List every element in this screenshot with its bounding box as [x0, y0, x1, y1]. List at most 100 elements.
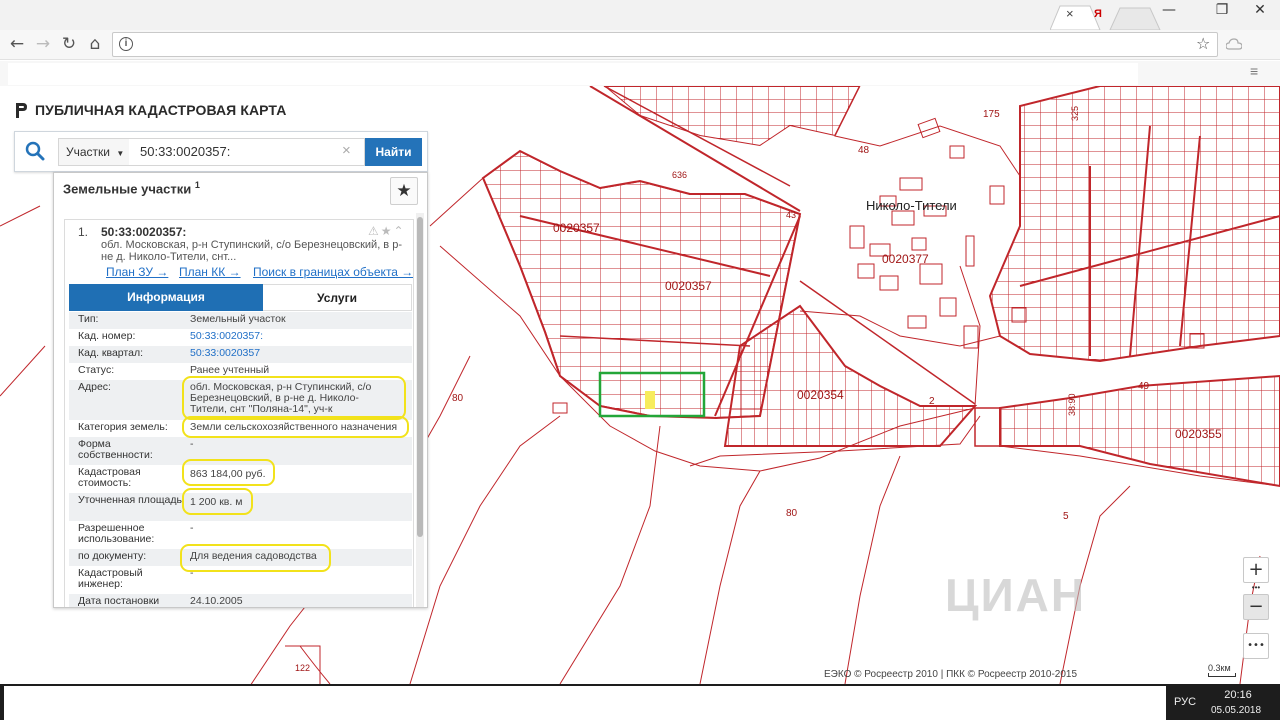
clear-icon[interactable]: × — [342, 138, 360, 166]
label-parcel-122: 122 — [295, 663, 310, 673]
scrollbar-thumb[interactable] — [417, 217, 423, 537]
chevron-down-icon: ▼ — [116, 149, 125, 158]
search-in-bounds-link[interactable]: Поиск в границах объекта → — [253, 265, 413, 279]
home-button[interactable]: ⌂ — [84, 33, 106, 55]
tab-close-icon[interactable]: × — [1066, 6, 1074, 21]
row-registration-date: Дата постановки 24.10.2005 — [69, 594, 412, 607]
row-label: Кадастровый инженер: — [78, 567, 143, 590]
plan-kk-link[interactable]: План КК → — [179, 265, 241, 279]
card-action-icons[interactable]: ⚠★⌃ — [368, 224, 406, 238]
back-button[interactable]: ← — [6, 33, 28, 55]
label-parcel-5: 5 — [1063, 511, 1069, 522]
forward-button[interactable]: → — [32, 33, 54, 55]
row-value-link[interactable]: 50:33:0020357 — [190, 348, 410, 359]
language-indicator[interactable]: РУС — [1174, 696, 1196, 708]
row-label: Тип: — [78, 313, 99, 325]
block-0020355 — [974, 374, 1280, 488]
row-label: Кадастровая стоимость: — [78, 466, 141, 489]
label-block-0020357-a: 0020357 — [553, 221, 600, 235]
highlight-purpose — [180, 544, 331, 572]
row-cad-quarter: Кад. квартал: 50:33:0020357 — [69, 346, 412, 363]
bookmark-star-icon[interactable]: ☆ — [1196, 34, 1210, 53]
result-count: 1 — [194, 180, 200, 190]
row-value-link[interactable]: 50:33:0020357: — [190, 331, 410, 342]
label-parcel-3890: 38:90 — [1067, 393, 1077, 416]
scale-bar — [1208, 673, 1236, 677]
search-query: 50:33:0020357: — [140, 144, 231, 159]
tab-information[interactable]: Информация — [69, 284, 263, 311]
row-value: Земельный участок — [190, 313, 286, 325]
search-bar: Участки ▼ 50:33:0020357: × Найти — [14, 131, 428, 172]
search-type-label: Участки — [66, 145, 110, 159]
menu-icon[interactable]: ≡ — [1250, 63, 1258, 79]
highlight-land-category — [182, 416, 409, 438]
bookmarks-area — [8, 63, 1138, 85]
row-label: Кад. номер: — [78, 330, 136, 342]
label-parcel-175: 175 — [983, 109, 1000, 120]
label-block-0020354: 0020354 — [797, 388, 844, 402]
result-address: обл. Московская, р-н Ступинский, с/о Бер… — [101, 239, 402, 263]
label-block-0020357-b: 0020357 — [665, 279, 712, 293]
row-label: Разрешенное использование: — [78, 522, 155, 545]
close-window-button[interactable]: ✕ — [1240, 0, 1280, 22]
zoom-dots: ••• — [1251, 583, 1261, 592]
zoom-out-button[interactable]: − — [1243, 594, 1269, 620]
row-value: - — [190, 522, 194, 534]
site-info-icon[interactable]: i — [119, 37, 133, 51]
reload-button[interactable]: ↻ — [58, 33, 80, 55]
row-label: Адрес: — [78, 381, 111, 393]
row-label: Дата постановки — [78, 595, 160, 607]
minimize-button[interactable]: — — [1153, 0, 1185, 22]
highlight-address — [182, 376, 406, 420]
more-tools-button[interactable]: ••• — [1243, 633, 1269, 659]
plan-zu-link[interactable]: План ЗУ → — [106, 265, 168, 279]
label-block-0020377: 0020377 — [882, 252, 929, 266]
scale-label: 0.3км — [1208, 663, 1231, 673]
row-value: Ранее учтенный — [190, 364, 270, 376]
row-value: - — [190, 438, 194, 450]
label-parcel-43: 43 — [786, 210, 796, 220]
result-cad-number[interactable]: 50:33:0020357: — [101, 225, 186, 239]
highlight-cad-value — [182, 459, 275, 486]
cloud-icon[interactable] — [1226, 38, 1242, 50]
row-label: Категория земель: — [78, 421, 168, 433]
app-title: ПУБЛИЧНАЯ КАДАСТРОВАЯ КАРТА — [35, 102, 287, 118]
row-label: Кад. квартал: — [78, 347, 143, 359]
search-button[interactable]: Найти — [365, 138, 422, 166]
row-cad-number: Кад. номер: 50:33:0020357: — [69, 329, 412, 346]
panel-title: Земельные участки 1 — [63, 180, 200, 196]
address-bar[interactable]: i ☆ — [112, 32, 1218, 57]
label-parcel-48: 48 — [858, 145, 870, 156]
taskbar-apps — [4, 686, 1166, 720]
zoom-in-button[interactable]: + — [1243, 557, 1269, 583]
star-icon[interactable]: ★ — [381, 224, 394, 238]
selected-parcel[interactable] — [645, 391, 655, 409]
cian-watermark: ЦИАН — [945, 569, 1087, 621]
restore-button[interactable]: ❐ — [1206, 0, 1238, 22]
result-number: 1. — [78, 225, 89, 239]
block-0020325 — [988, 86, 1280, 363]
row-value: 24.10.2005 — [190, 595, 243, 607]
map-attribution: ЕЭКО © Росреестр 2010 | ПКК © Росреестр … — [824, 669, 1078, 680]
clock-time[interactable]: 20:16 — [1212, 689, 1264, 701]
row-label: Уточненная площадь: — [78, 494, 185, 506]
search-type-select[interactable]: Участки ▼ — [58, 138, 130, 166]
panel-scrollbar[interactable] — [416, 213, 424, 607]
clock-date[interactable]: 05.05.2018 — [1206, 705, 1266, 716]
label-parcel-2: 2 — [929, 396, 935, 407]
warning-icon[interactable]: ⚠ — [368, 224, 381, 238]
collapse-icon[interactable]: ⌃ — [394, 224, 406, 238]
row-label: Статус: — [78, 364, 115, 376]
search-input[interactable]: 50:33:0020357: — [129, 138, 365, 166]
label-parcel-80-left: 80 — [452, 393, 464, 404]
label-parcel-80: 80 — [786, 508, 798, 519]
label-parcel-636: 636 — [672, 170, 687, 180]
favorites-button[interactable]: ★ — [390, 177, 418, 205]
panel-title-text: Земельные участки — [63, 181, 192, 197]
label-parcel-325: 325 — [1070, 106, 1080, 121]
rosreestr-logo-icon — [16, 103, 27, 118]
row-type: Тип: Земельный участок — [69, 312, 412, 329]
search-icon[interactable] — [25, 141, 45, 161]
row-label: Форма собственности: — [78, 438, 153, 461]
tab-services[interactable]: Услуги — [263, 284, 412, 311]
